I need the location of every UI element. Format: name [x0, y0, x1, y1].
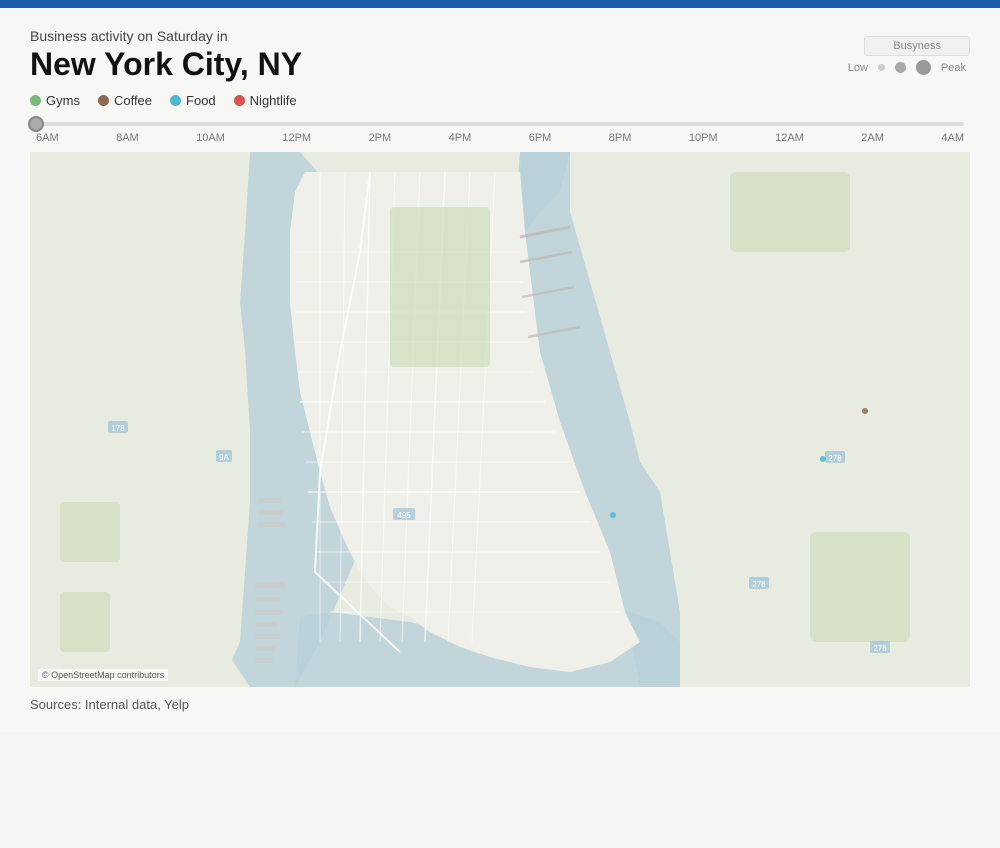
timeline-label: 12PM	[282, 132, 311, 144]
svg-text:178: 178	[111, 424, 125, 433]
legend-item-coffee: Coffee	[98, 93, 152, 108]
timeline-label: 8PM	[609, 132, 632, 144]
header-row: Business activity on Saturday in New Yor…	[30, 28, 970, 108]
svg-text:278: 278	[752, 580, 766, 589]
svg-text:495: 495	[397, 511, 411, 520]
busyness-legend: Busyness Low Peak	[844, 36, 970, 75]
svg-text:278: 278	[828, 454, 842, 463]
legend-item-food: Food	[170, 93, 216, 108]
timeline-label: 2AM	[861, 132, 884, 144]
timeline-label: 10PM	[689, 132, 718, 144]
legend-item-nightlife: Nightlife	[234, 93, 297, 108]
timeline-label: 4PM	[449, 132, 472, 144]
subtitle: Business activity on Saturday in	[30, 28, 844, 44]
legend: Gyms Coffee Food Nightlife	[30, 93, 844, 108]
svg-text:278: 278	[873, 644, 887, 653]
timeline-labels: 6AM 8AM 10AM 12PM 2PM 4PM 6PM 8PM 10PM 12AM 2AM 4AM	[36, 132, 964, 144]
timeline-handle[interactable]	[28, 116, 44, 132]
timeline-label: 12AM	[775, 132, 804, 144]
map-svg: 178 278 278 278 9A 495	[30, 152, 970, 687]
legend-label: Coffee	[114, 93, 152, 108]
timeline-label: 2PM	[369, 132, 392, 144]
map-container: 178 278 278 278 9A 495	[30, 152, 970, 687]
busyness-dot	[916, 60, 931, 75]
map-attribution: © OpenStreetMap contributors	[38, 669, 168, 681]
legend-dot	[98, 95, 109, 106]
svg-text:9A: 9A	[219, 453, 229, 462]
source-text: Sources: Internal data, Yelp	[30, 697, 970, 712]
page-title: New York City, NY	[30, 46, 844, 83]
timeline-label: 4AM	[941, 132, 964, 144]
top-bar	[0, 0, 1000, 8]
busyness-dot	[895, 62, 906, 73]
busyness-label: Busyness	[864, 36, 970, 56]
legend-label: Nightlife	[250, 93, 297, 108]
busyness-dots: Low Peak	[844, 60, 970, 75]
legend-dot	[234, 95, 245, 106]
timeline-label: 6AM	[36, 132, 59, 144]
timeline-label: 8AM	[116, 132, 139, 144]
timeline-label: 10AM	[196, 132, 225, 144]
legend-label: Food	[186, 93, 216, 108]
legend-dot	[170, 95, 181, 106]
main-content: Business activity on Saturday in New Yor…	[0, 8, 1000, 732]
timeline-container: 6AM 8AM 10AM 12PM 2PM 4PM 6PM 8PM 10PM 12AM 2AM 4AM	[30, 122, 970, 144]
busyness-low: Low	[848, 62, 868, 74]
legend-dot	[30, 95, 41, 106]
timeline-track[interactable]	[36, 122, 964, 126]
busyness-dot	[878, 64, 885, 71]
legend-label: Gyms	[46, 93, 80, 108]
legend-item-gyms: Gyms	[30, 93, 80, 108]
busyness-peak: Peak	[941, 62, 966, 74]
timeline-label: 6PM	[529, 132, 552, 144]
header-left: Business activity on Saturday in New Yor…	[30, 28, 844, 108]
